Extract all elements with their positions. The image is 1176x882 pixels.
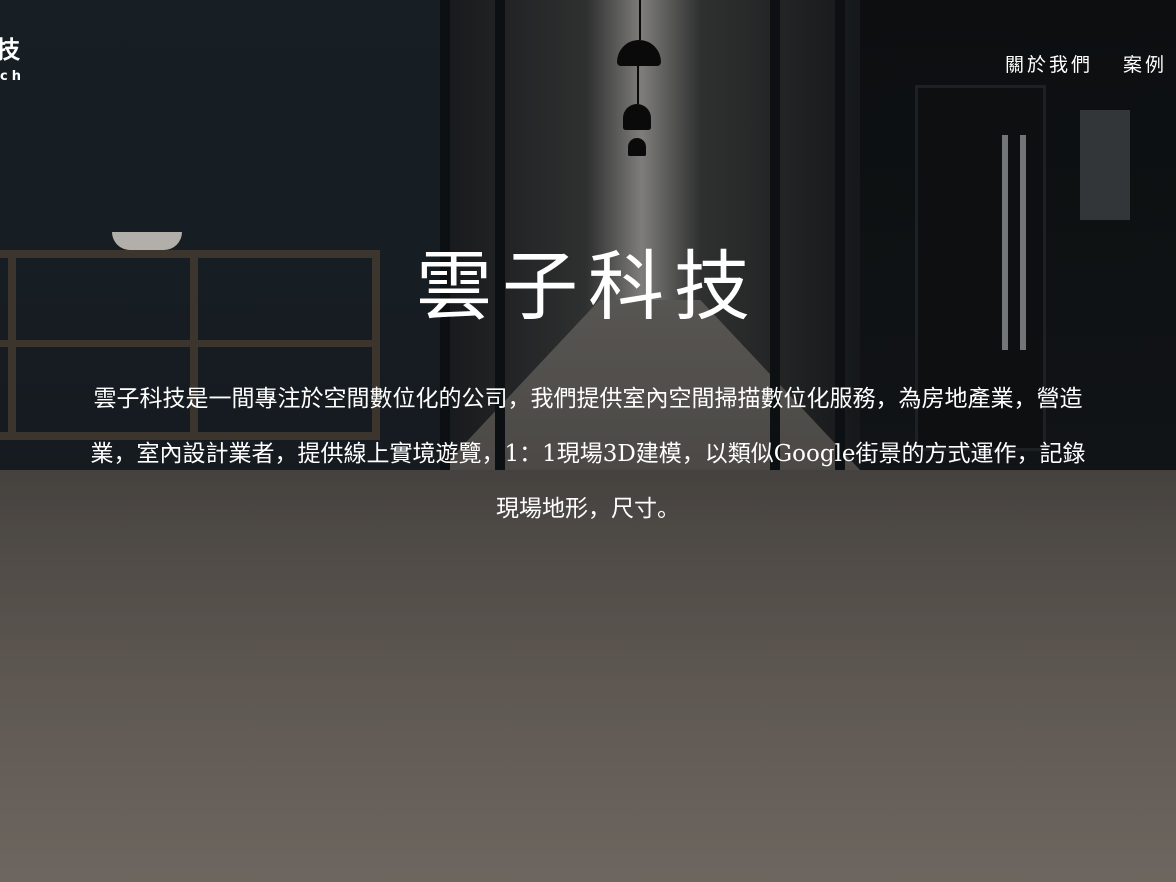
nav-item-about[interactable]: 關於我們 [1005,50,1093,77]
brand-logo-text: 技 [0,36,22,64]
hero-description: 雲子科技是一間專注於空間數位化的公司，我們提供室內空間掃描數位化服務，為房地產業… [90,386,1086,522]
brand-logo[interactable]: 技 ch [0,38,25,83]
hero-section: 技 ch 關於我們 案例 雲子科技 雲子科技是一間專注於空間數位化的公司，我們提… [0,0,1176,882]
hero-title: 雲子科技 [416,242,760,331]
nav-item-cases[interactable]: 案例 [1123,50,1167,77]
brand-logo-subtext: ch [0,69,25,84]
main-nav: 關於我們 案例 [1005,50,1167,77]
